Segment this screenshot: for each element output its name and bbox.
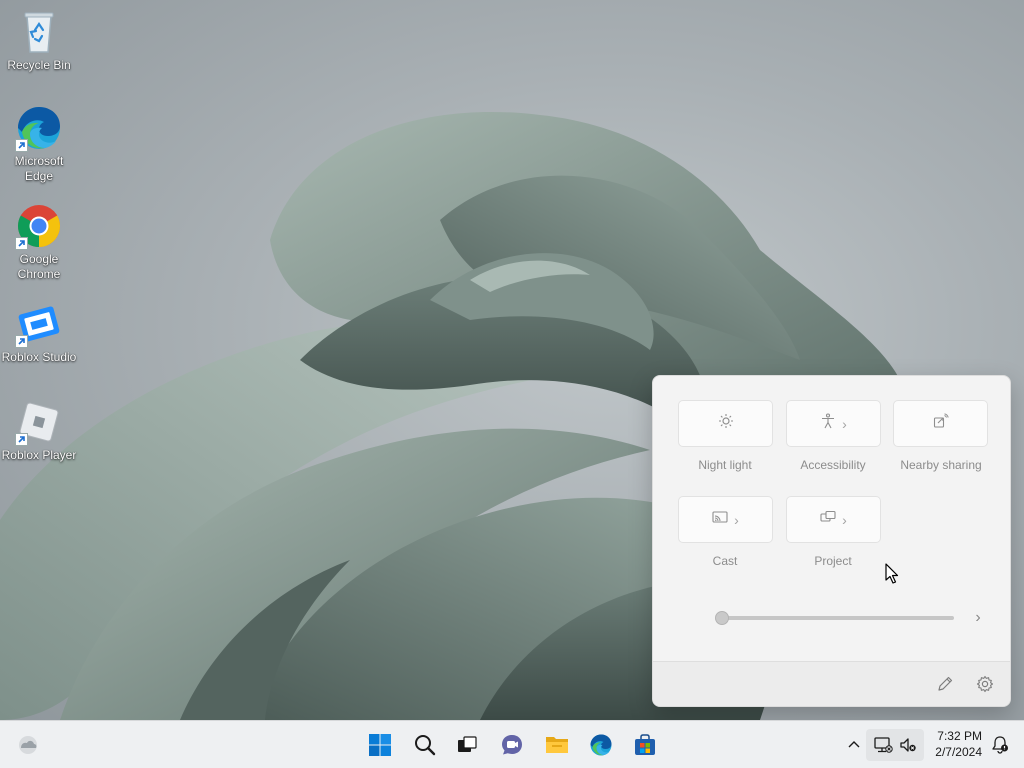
windows-start-icon[interactable]	[364, 729, 396, 761]
tile-label-cast: Cast	[712, 554, 738, 568]
task-view-icon[interactable]	[451, 729, 483, 761]
network-disconnected-icon[interactable]	[866, 729, 924, 761]
gear-icon[interactable]	[973, 672, 997, 696]
nearby-sharing-icon	[933, 413, 949, 434]
tile-label-night-light: Night light	[698, 458, 752, 472]
roblox-studio-icon	[15, 300, 63, 348]
desktop-icon-recycle-bin[interactable]: Recycle Bin	[0, 8, 78, 73]
roblox-player-icon	[15, 398, 63, 446]
tile-label-accessibility: Accessibility	[800, 458, 866, 472]
accessibility-icon	[820, 413, 836, 434]
clock-time: 7:32 PM	[937, 729, 982, 743]
store-icon[interactable]	[629, 729, 661, 761]
tile-label-project: Project	[814, 554, 852, 568]
weather-widget-icon[interactable]	[12, 729, 44, 761]
quick-settings-footer	[653, 661, 1010, 706]
taskbar: 7:32 PM 2/7/2024	[0, 720, 1024, 768]
quick-settings-flyout: Night light › Accessibility Nearby shari…	[652, 375, 1011, 707]
cast-icon	[712, 509, 728, 530]
chevron-right-icon[interactable]: ›	[842, 416, 847, 432]
volume-muted-icon	[900, 738, 916, 752]
desktop-icon-roblox-studio[interactable]: Roblox Studio	[0, 300, 78, 365]
tile-night-light[interactable]	[678, 400, 773, 447]
chevron-right-icon[interactable]: ›	[734, 512, 739, 528]
edge-icon[interactable]	[585, 729, 617, 761]
edge-icon	[15, 104, 63, 152]
notification-bell-icon[interactable]	[984, 729, 1016, 761]
shortcut-arrow-icon	[15, 433, 28, 446]
file-explorer-icon[interactable]	[541, 729, 573, 761]
chevron-right-icon[interactable]: ›	[968, 606, 988, 630]
desktop-icon-label: Roblox Studio	[1, 350, 77, 364]
tile-accessibility[interactable]: ›	[786, 400, 881, 447]
tile-nearby-sharing[interactable]	[893, 400, 988, 447]
desktop-icon-google-chrome[interactable]: Google Chrome	[0, 202, 78, 282]
shortcut-arrow-icon	[15, 335, 28, 348]
shortcut-arrow-icon	[15, 139, 28, 152]
desktop-icon-microsoft-edge[interactable]: Microsoft Edge	[0, 104, 78, 184]
tile-label-nearby-sharing: Nearby sharing	[900, 458, 982, 472]
desktop-icon-roblox-player[interactable]: Roblox Player	[0, 398, 78, 463]
mouse-cursor-icon	[885, 563, 899, 590]
desktop-icon-label: Google Chrome	[17, 252, 61, 281]
desktop-icon-label: Roblox Player	[1, 448, 77, 462]
tile-cast[interactable]: ›	[678, 496, 773, 543]
tile-project[interactable]: ›	[786, 496, 881, 543]
shortcut-arrow-icon	[15, 237, 28, 250]
clock[interactable]: 7:32 PM 2/7/2024	[935, 728, 982, 760]
brightness-slider-thumb[interactable]	[715, 611, 729, 625]
search-icon[interactable]	[409, 729, 441, 761]
clock-date: 2/7/2024	[935, 745, 982, 759]
desktop-icon-label: Microsoft Edge	[14, 154, 64, 183]
teams-chat-icon[interactable]	[496, 729, 528, 761]
pencil-icon[interactable]	[933, 672, 957, 696]
recycle-bin-icon	[15, 8, 63, 56]
night-light-icon	[718, 413, 734, 434]
chevron-right-icon[interactable]: ›	[842, 512, 847, 528]
chrome-icon	[15, 202, 63, 250]
desktop-icon-label: Recycle Bin	[7, 58, 71, 72]
brightness-slider-track[interactable]	[722, 616, 954, 620]
project-icon	[820, 509, 836, 530]
